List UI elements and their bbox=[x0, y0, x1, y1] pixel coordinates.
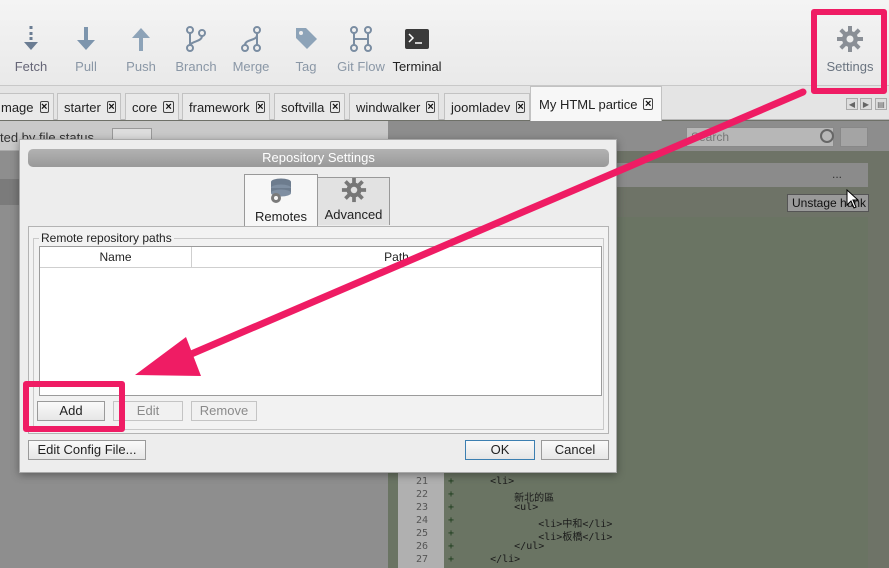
tab-joomladev[interactable]: joomladev × bbox=[444, 93, 530, 120]
fetch-button[interactable]: Fetch bbox=[12, 0, 50, 86]
pull-icon bbox=[72, 25, 100, 53]
close-icon[interactable]: × bbox=[163, 101, 174, 113]
tab-my-html-partice[interactable]: My HTML partice × bbox=[530, 86, 662, 121]
add-highlight-box bbox=[23, 381, 125, 432]
tab-softvilla[interactable]: softvilla × bbox=[274, 93, 345, 120]
remotes-table[interactable]: Name Path bbox=[39, 246, 602, 396]
close-icon[interactable]: × bbox=[330, 101, 340, 113]
close-icon[interactable]: × bbox=[643, 98, 653, 110]
pull-button[interactable]: Pull bbox=[70, 0, 102, 86]
merge-icon bbox=[237, 25, 265, 53]
code-lines: 21 + <li> 22 + 新北的區 23 + <ul> 24 + <li>中和</l… bbox=[415, 476, 613, 565]
tab-starter[interactable]: starter × bbox=[57, 93, 121, 120]
tag-icon bbox=[292, 25, 320, 53]
branch-icon bbox=[182, 25, 210, 53]
tab-windwalker[interactable]: windwalker × bbox=[349, 93, 439, 120]
toolbar: Fetch Pull Push Branch Merge Tag Git Flo… bbox=[0, 0, 889, 86]
tab-label: windwalker bbox=[356, 99, 421, 115]
tab-label: core bbox=[132, 99, 158, 115]
close-icon[interactable]: × bbox=[516, 101, 525, 113]
tab-mage[interactable]: mage × bbox=[0, 93, 54, 120]
terminal-label: Terminal bbox=[392, 59, 442, 74]
gear-icon bbox=[340, 177, 368, 203]
mouse-cursor-icon bbox=[846, 189, 860, 209]
ok-button[interactable]: OK bbox=[465, 440, 535, 460]
terminal-icon bbox=[403, 25, 431, 53]
close-icon[interactable]: × bbox=[426, 101, 435, 113]
close-icon[interactable]: × bbox=[39, 101, 49, 113]
git-flow-label: Git Flow bbox=[337, 59, 385, 74]
tag-label: Tag bbox=[295, 59, 317, 74]
tab-framework[interactable]: framework × bbox=[182, 93, 270, 120]
repo-tab-bar: mage × starter × core × framework × softvill… bbox=[0, 86, 889, 121]
close-icon[interactable]: × bbox=[106, 101, 116, 113]
settings-highlight-box bbox=[811, 9, 887, 94]
pull-label: Pull bbox=[75, 59, 97, 74]
tab-label: My HTML partice bbox=[539, 96, 638, 112]
branch-button[interactable]: Branch bbox=[175, 0, 217, 86]
tab-advanced[interactable]: Advanced bbox=[317, 177, 390, 225]
cancel-button[interactable]: Cancel bbox=[541, 440, 609, 460]
merge-label: Merge bbox=[232, 59, 270, 74]
search-icon bbox=[820, 129, 834, 143]
push-icon bbox=[127, 25, 155, 53]
fetch-label: Fetch bbox=[14, 59, 48, 74]
close-icon[interactable]: × bbox=[255, 101, 265, 113]
fetch-icon bbox=[17, 25, 45, 53]
remove-button[interactable]: Remove bbox=[191, 401, 257, 421]
dialog-title: Repository Settings bbox=[28, 149, 609, 167]
remote-paths-label: Remote repository paths bbox=[39, 231, 174, 245]
column-header-name[interactable]: Name bbox=[40, 247, 192, 268]
tag-button[interactable]: Tag bbox=[290, 0, 322, 86]
hunk-menu-icon[interactable]: ... bbox=[832, 167, 842, 181]
scroll-right-icon[interactable]: ▶ bbox=[860, 98, 872, 110]
push-label: Push bbox=[126, 59, 156, 74]
tab-label: starter bbox=[64, 99, 101, 115]
tab-remotes-label: Remotes bbox=[254, 209, 308, 224]
database-gear-icon bbox=[267, 177, 295, 205]
column-header-path[interactable]: Path bbox=[192, 247, 601, 268]
tab-label: joomladev bbox=[451, 99, 511, 115]
terminal-button[interactable]: Terminal bbox=[392, 0, 442, 86]
git-flow-button[interactable]: Git Flow bbox=[336, 0, 386, 86]
edit-config-file-button[interactable]: Edit Config File... bbox=[28, 440, 146, 460]
options-gear-icon[interactable] bbox=[840, 127, 868, 147]
merge-button[interactable]: Merge bbox=[230, 0, 272, 86]
tab-remotes[interactable]: Remotes bbox=[244, 174, 318, 227]
tab-label: mage bbox=[1, 99, 34, 115]
git-flow-icon bbox=[347, 25, 375, 53]
tab-label: framework bbox=[189, 99, 250, 115]
tab-advanced-label: Advanced bbox=[324, 207, 383, 222]
tab-list-icon[interactable]: ▤ bbox=[875, 98, 887, 110]
search-input[interactable]: Search bbox=[686, 127, 834, 147]
tab-core[interactable]: core × bbox=[125, 93, 179, 120]
push-button[interactable]: Push bbox=[124, 0, 158, 86]
branch-label: Branch bbox=[175, 59, 217, 74]
scroll-left-icon[interactable]: ◀ bbox=[846, 98, 858, 110]
tab-label: softvilla bbox=[281, 99, 325, 115]
